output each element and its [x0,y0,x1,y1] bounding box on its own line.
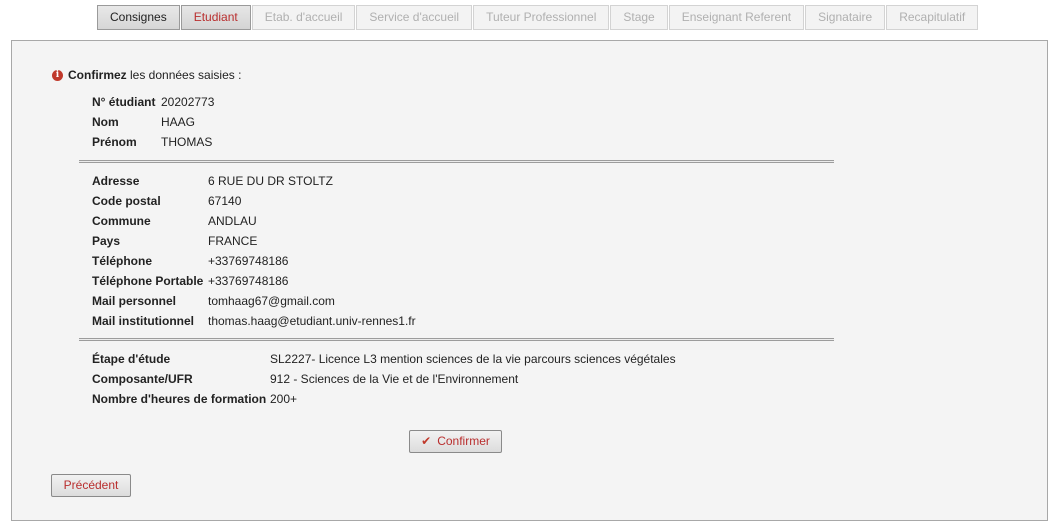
contact-section: Adresse 6 RUE DU DR STOLTZ Code postal 6… [92,171,416,331]
info-circle-icon: i [52,69,63,81]
studies-row: Composante/UFR 912 - Sciences de la Vie … [92,369,676,389]
last-name-value: HAAG [161,115,196,129]
student-number-value: 20202773 [161,95,215,109]
previous-button-label: Précédent [63,478,119,492]
postal-code-label: Code postal [92,194,161,208]
tab-tuteur-professionnel[interactable]: Tuteur Professionnel [473,5,610,30]
tab-recapitulatif[interactable]: Recapitulatif [886,5,979,30]
tab-stage[interactable]: Stage [610,5,668,30]
personal-email-value: tomhaag67@gmail.com [208,294,335,308]
previous-button[interactable]: Précédent [51,474,131,497]
training-hours-value: 200+ [270,392,298,406]
city-value: ANDLAU [208,214,257,228]
confirm-strong-text: Confirmez [68,68,127,82]
address-label: Adresse [92,174,140,188]
confirm-rest-text: les données saisies : [126,68,242,82]
mobile-phone-label: Téléphone Portable [92,274,204,288]
contact-row: Commune ANDLAU [92,211,416,231]
studies-row: Étape d'étude SL2227- Licence L3 mention… [92,349,676,369]
section-divider [79,338,834,341]
personal-email-label: Mail personnel [92,294,177,308]
study-step-label: Étape d'étude [92,352,171,366]
faculty-label: Composante/UFR [92,372,193,386]
country-label: Pays [92,234,121,248]
phone-label: Téléphone [92,254,153,268]
studies-section: Étape d'étude SL2227- Licence L3 mention… [92,349,676,409]
postal-code-value: 67140 [208,194,242,208]
institutional-email-value: thomas.haag@etudiant.univ-rennes1.fr [208,314,416,328]
address-value: 6 RUE DU DR STOLTZ [208,174,333,188]
identity-row: Nom HAAG [92,112,214,132]
confirm-button[interactable]: ✔ Confirmer [409,430,502,453]
identity-row: Prénom THOMAS [92,132,214,152]
contact-row: Mail institutionnel thomas.haag@etudiant… [92,311,416,331]
city-label: Commune [92,214,151,228]
tab-etab-accueil[interactable]: Etab. d'accueil [251,5,356,30]
institutional-email-label: Mail institutionnel [92,314,194,328]
confirm-button-label: Confirmer [437,434,490,448]
contact-row: Adresse 6 RUE DU DR STOLTZ [92,171,416,191]
studies-row: Nombre d'heures de formation 200+ [92,389,676,409]
student-number-label: N° étudiant [92,95,156,109]
faculty-value: 912 - Sciences de la Vie et de l'Environ… [270,372,519,386]
tab-service-accueil[interactable]: Service d'accueil [356,5,473,30]
contact-row: Mail personnel tomhaag67@gmail.com [92,291,416,311]
tab-etudiant[interactable]: Etudiant [180,5,251,30]
training-hours-label: Nombre d'heures de formation [92,392,267,406]
last-name-label: Nom [92,115,119,129]
country-value: FRANCE [208,234,258,248]
confirmation-message: i Confirmez les données saisies : [52,68,241,82]
mobile-phone-value: +33769748186 [208,274,289,288]
tab-signataire[interactable]: Signataire [805,5,886,30]
tab-consignes[interactable]: Consignes [97,5,180,30]
contact-row: Téléphone +33769748186 [92,251,416,271]
first-name-value: THOMAS [161,135,213,149]
section-divider [79,160,834,163]
contact-row: Code postal 67140 [92,191,416,211]
confirmation-panel: i Confirmez les données saisies : N° étu… [11,40,1048,521]
check-icon: ✔ [421,434,432,448]
study-step-value: SL2227- Licence L3 mention sciences de l… [270,352,676,366]
identity-row: N° étudiant 20202773 [92,92,214,112]
phone-value: +33769748186 [208,254,289,268]
wizard-tabs: Consignes Etudiant Etab. d'accueil Servi… [97,5,979,30]
tab-enseignant-referent[interactable]: Enseignant Referent [668,5,805,30]
first-name-label: Prénom [92,135,137,149]
contact-row: Pays FRANCE [92,231,416,251]
contact-row: Téléphone Portable +33769748186 [92,271,416,291]
identity-section: N° étudiant 20202773 Nom HAAG Prénom THO… [92,92,214,152]
